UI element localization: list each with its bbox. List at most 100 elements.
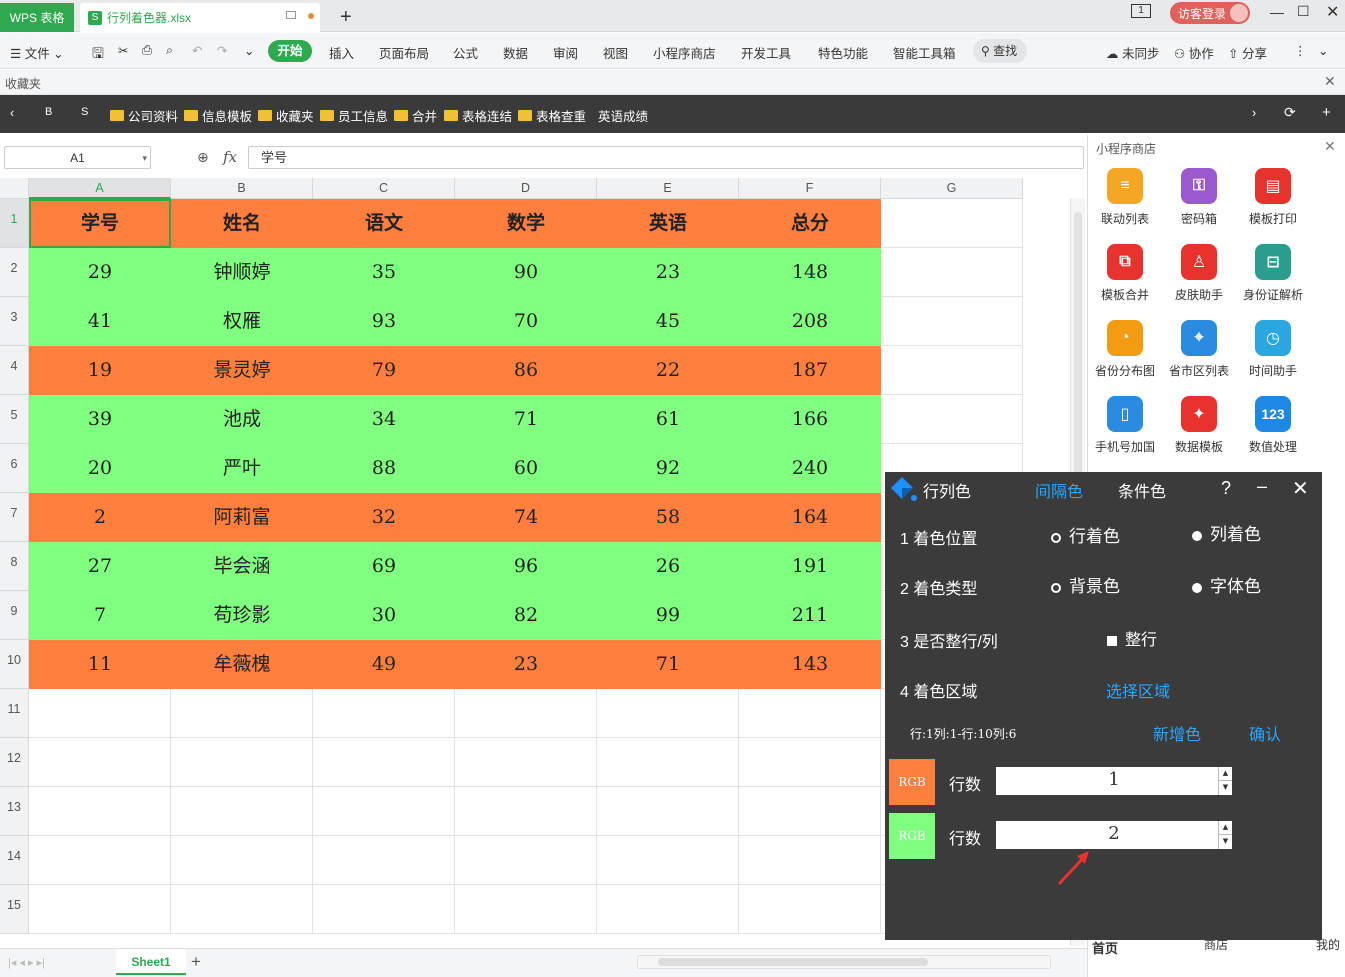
tab-mini-program-store[interactable]: 小程序商店 — [653, 43, 716, 62]
radio-column-color[interactable]: 列着色 — [1192, 520, 1261, 545]
row-header[interactable]: 14 — [0, 836, 29, 885]
close-favorites-icon[interactable]: ✕ — [1324, 73, 1336, 90]
tab-interval-color[interactable]: 间隔色 — [1035, 478, 1083, 502]
row-header[interactable]: 3 — [0, 297, 29, 346]
empty-cell[interactable] — [881, 346, 1023, 395]
bookmark-merge[interactable]: 合并 — [394, 106, 437, 125]
table-cell[interactable]: 11 — [29, 640, 171, 689]
add-color-button[interactable]: 新增色 — [1153, 721, 1201, 745]
rgb-color-swatch-2[interactable]: RGB — [889, 813, 935, 859]
table-cell[interactable]: 32 — [313, 493, 455, 542]
empty-cell[interactable] — [313, 738, 455, 787]
bookmark-table-dedupe[interactable]: 表格查重 — [518, 106, 586, 125]
table-cell[interactable]: 187 — [739, 346, 881, 395]
empty-cell[interactable] — [29, 885, 171, 934]
column-header[interactable]: A — [29, 178, 171, 199]
app-item[interactable]: ≡ 联动列表 — [1090, 168, 1160, 227]
row-header[interactable]: 6 — [0, 444, 29, 493]
row-header[interactable]: 2 — [0, 248, 29, 297]
bookmarks-next-icon[interactable]: › — [1252, 106, 1256, 120]
table-cell[interactable]: 61 — [597, 395, 739, 444]
whole-row-checkbox[interactable]: 整行 — [1107, 626, 1157, 650]
empty-cell[interactable] — [29, 738, 171, 787]
table-cell[interactable]: 166 — [739, 395, 881, 444]
collapse-ribbon-icon[interactable]: ⌄ — [1318, 43, 1328, 58]
table-cell[interactable]: 96 — [455, 542, 597, 591]
add-bookmark-icon[interactable]: + — [1322, 104, 1331, 121]
confirm-button[interactable]: 确认 — [1249, 721, 1281, 745]
table-cell[interactable]: 211 — [739, 591, 881, 640]
empty-cell[interactable] — [739, 836, 881, 885]
table-cell[interactable]: 钟顺婷 — [171, 248, 313, 297]
table-cell[interactable]: 208 — [739, 297, 881, 346]
table-cell[interactable]: 86 — [455, 346, 597, 395]
format-painter-icon[interactable]: ✂ — [118, 43, 128, 58]
print-preview-icon[interactable]: ⌕ — [166, 43, 173, 58]
row-header[interactable]: 13 — [0, 787, 29, 836]
row-header[interactable]: 4 — [0, 346, 29, 395]
chevron-down-icon[interactable]: ▾ — [142, 147, 147, 169]
formula-input[interactable]: 学号 — [248, 146, 1084, 169]
tab-smart-toolbox[interactable]: 智能工具箱 — [893, 43, 956, 62]
header-cell[interactable]: 语文 — [313, 199, 455, 248]
bookmark-b[interactable]: B — [45, 106, 52, 118]
table-cell[interactable]: 毕会涵 — [171, 542, 313, 591]
column-header[interactable]: D — [455, 178, 597, 199]
table-cell[interactable]: 阿莉富 — [171, 493, 313, 542]
header-cell[interactable]: 英语 — [597, 199, 739, 248]
header-cell[interactable]: 数学 — [455, 199, 597, 248]
empty-cell[interactable] — [29, 787, 171, 836]
empty-cell[interactable] — [313, 689, 455, 738]
empty-cell[interactable] — [739, 885, 881, 934]
row-header[interactable]: 8 — [0, 542, 29, 591]
stepper-up-icon[interactable]: ▲ — [1219, 821, 1232, 835]
fx-icon[interactable]: fx — [223, 148, 237, 166]
empty-cell[interactable] — [455, 689, 597, 738]
sheet-nav-icon[interactable]: |◂ ◂ ▸ ▸| — [8, 956, 45, 969]
empty-cell[interactable] — [597, 885, 739, 934]
empty-cell[interactable] — [597, 787, 739, 836]
close-dialog-icon[interactable]: ✕ — [1292, 476, 1309, 501]
table-cell[interactable]: 2 — [29, 493, 171, 542]
table-cell[interactable]: 82 — [455, 591, 597, 640]
tab-special[interactable]: 特色功能 — [818, 43, 868, 62]
app-item[interactable]: ◷ 时间助手 — [1238, 320, 1308, 379]
bookmark-favorites[interactable]: 收藏夹 — [258, 106, 314, 125]
tab-data[interactable]: 数据 — [503, 43, 528, 62]
share-button[interactable]: ⇧ 分享 — [1228, 43, 1267, 62]
rgb-color-swatch-1[interactable]: RGB — [889, 759, 935, 805]
table-cell[interactable]: 严叶 — [171, 444, 313, 493]
empty-cell[interactable] — [29, 689, 171, 738]
column-header[interactable]: C — [313, 178, 455, 199]
app-item[interactable]: ◔ 省份分布图 — [1090, 320, 1160, 379]
monitor-icon[interactable] — [286, 11, 296, 19]
table-cell[interactable]: 69 — [313, 542, 455, 591]
stepper-down-icon[interactable]: ▼ — [1219, 835, 1232, 848]
tab-start[interactable]: 开始 — [268, 40, 312, 62]
radio-row-color[interactable]: 行着色 — [1051, 522, 1120, 547]
close-panel-icon[interactable]: ✕ — [1324, 138, 1336, 155]
row-header[interactable]: 1 — [0, 199, 29, 248]
empty-cell[interactable] — [455, 787, 597, 836]
refresh-icon[interactable]: ⟳ — [1284, 104, 1296, 121]
table-cell[interactable]: 49 — [313, 640, 455, 689]
table-cell[interactable]: 23 — [597, 248, 739, 297]
table-cell[interactable]: 7 — [29, 591, 171, 640]
table-cell[interactable]: 27 — [29, 542, 171, 591]
radio-font-color[interactable]: 字体色 — [1192, 572, 1261, 597]
minimize-dialog-icon[interactable]: – — [1257, 476, 1267, 497]
table-cell[interactable]: 苟珍影 — [171, 591, 313, 640]
header-cell[interactable]: 总分 — [739, 199, 881, 248]
table-cell[interactable]: 88 — [313, 444, 455, 493]
radio-background-color[interactable]: 背景色 — [1051, 572, 1120, 597]
empty-cell[interactable] — [881, 297, 1023, 346]
empty-cell[interactable] — [313, 787, 455, 836]
app-item[interactable]: 123 数值处理 — [1238, 396, 1308, 455]
table-cell[interactable]: 池成 — [171, 395, 313, 444]
table-cell[interactable]: 74 — [455, 493, 597, 542]
empty-cell[interactable] — [455, 885, 597, 934]
app-item[interactable]: ⚿ 密码箱 — [1164, 168, 1234, 227]
row-header[interactable]: 7 — [0, 493, 29, 542]
table-cell[interactable]: 191 — [739, 542, 881, 591]
tab-formula[interactable]: 公式 — [453, 43, 478, 62]
